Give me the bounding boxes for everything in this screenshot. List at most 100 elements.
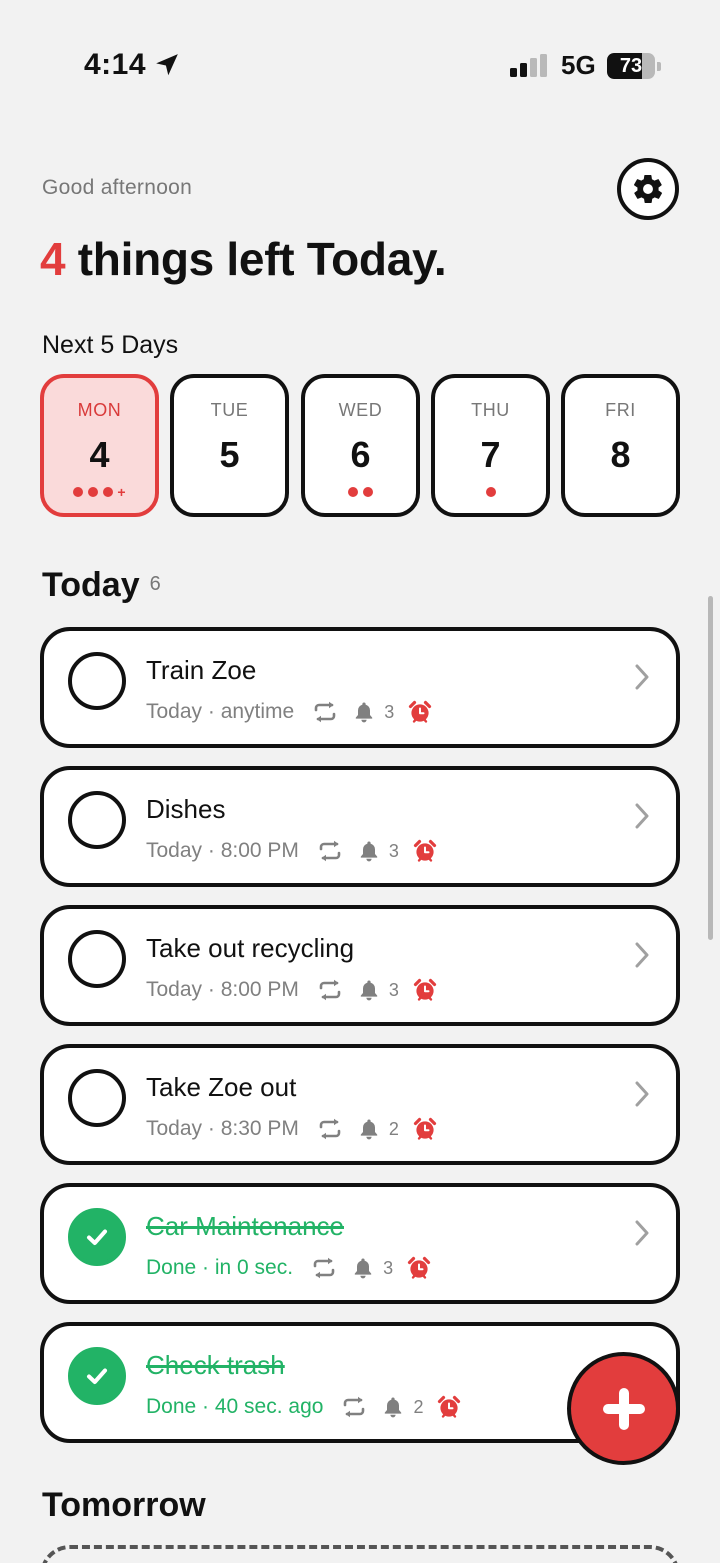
reminder-count: 2 xyxy=(413,1396,424,1417)
task-dot xyxy=(73,487,84,497)
task-title: Car Maintenance xyxy=(146,1211,344,1241)
bell-icon xyxy=(383,1396,403,1418)
alarm-clock-icon xyxy=(437,1395,461,1419)
day-task-dots: + xyxy=(44,484,155,500)
day-task-dots xyxy=(174,486,285,498)
bell-icon xyxy=(359,1118,379,1140)
repeat-icon xyxy=(311,1257,337,1279)
plus-icon xyxy=(602,1387,645,1430)
task-meta: Today · 8:00 PM 3 xyxy=(146,975,437,1005)
day-number: 6 xyxy=(350,434,371,475)
task-card[interactable]: Car Maintenance Done · in 0 sec. 3 xyxy=(40,1183,680,1304)
task-title: Check trash xyxy=(146,1350,285,1380)
day-name: TUE xyxy=(210,400,249,420)
add-task-button[interactable] xyxy=(567,1352,680,1465)
repeat-icon xyxy=(317,840,343,862)
day-task-dots xyxy=(305,486,416,498)
task-title: Dishes xyxy=(146,794,226,824)
alarm-clock-icon xyxy=(413,1117,437,1141)
day-card-thu[interactable]: THU 7 xyxy=(431,374,550,517)
task-title: Train Zoe xyxy=(146,655,257,685)
task-checkbox[interactable] xyxy=(68,930,126,988)
section-title-today: Today 6 xyxy=(42,566,161,605)
task-dot xyxy=(363,487,373,497)
scrollbar[interactable] xyxy=(708,596,713,940)
task-meta: Done · in 0 sec. 3 xyxy=(146,1253,431,1283)
day-name: FRI xyxy=(605,400,636,420)
task-checkbox[interactable] xyxy=(68,1069,126,1127)
task-meta: Done · 40 sec. ago 2 xyxy=(146,1392,461,1422)
task-card[interactable]: Take Zoe out Today · 8:30 PM 2 xyxy=(40,1044,680,1165)
page-title-text: things left Today. xyxy=(65,233,447,285)
task-checkbox-checked[interactable] xyxy=(68,1208,126,1266)
chevron-right-icon xyxy=(635,1220,649,1246)
task-checkbox-checked[interactable] xyxy=(68,1347,126,1405)
task-card[interactable]: Take out recycling Today · 8:00 PM 3 xyxy=(40,905,680,1026)
section-count: 6 xyxy=(149,573,161,595)
day-card-wed[interactable]: WED 6 xyxy=(301,374,420,517)
location-arrow-icon xyxy=(156,54,178,76)
chevron-right-icon xyxy=(635,803,649,829)
reminder-count: 3 xyxy=(383,1257,394,1278)
bell-icon xyxy=(359,840,379,862)
battery-percent: 73 xyxy=(619,55,643,77)
page-title: 4 things left Today. xyxy=(40,232,447,286)
task-dot xyxy=(348,487,358,497)
task-meta: Today · anytime 3 xyxy=(146,697,432,727)
chevron-right-icon xyxy=(635,664,649,690)
day-name: MON xyxy=(77,400,122,420)
alarm-clock-icon xyxy=(407,1256,431,1280)
task-title: Take out recycling xyxy=(146,933,355,963)
day-task-dots xyxy=(435,486,546,498)
reminder-count: 3 xyxy=(384,701,395,722)
day-name: THU xyxy=(471,400,510,420)
bell-icon xyxy=(353,1257,373,1279)
day-number: 4 xyxy=(89,434,110,475)
task-dot xyxy=(88,487,99,497)
chevron-right-icon xyxy=(635,1081,649,1107)
task-due: Today · anytime xyxy=(146,700,295,723)
section-title-text: Today xyxy=(42,566,140,604)
remaining-count: 4 xyxy=(40,233,66,285)
day-number: 8 xyxy=(610,434,631,475)
task-checkbox[interactable] xyxy=(68,791,126,849)
checkmark-icon xyxy=(82,1361,112,1391)
next-days-label: Next 5 Days xyxy=(42,331,179,359)
task-due: Today · 8:00 PM xyxy=(146,839,299,862)
status-bar: 4:14 5G 73 xyxy=(0,0,720,120)
reminder-count: 3 xyxy=(388,840,399,861)
task-checkbox[interactable] xyxy=(68,652,126,710)
task-meta: Today · 8:00 PM 3 xyxy=(146,836,437,866)
reminder-count: 2 xyxy=(388,1118,399,1139)
battery-icon: 73 xyxy=(607,53,661,79)
alarm-clock-icon xyxy=(413,839,437,863)
chevron-right-icon xyxy=(635,942,649,968)
task-due: Today · 8:00 PM xyxy=(146,978,299,1001)
day-number: 7 xyxy=(480,434,501,475)
gear-icon xyxy=(634,174,662,204)
task-due: Done · in 0 sec. xyxy=(146,1256,294,1279)
network-type: 5G xyxy=(561,50,596,80)
day-name: WED xyxy=(338,400,383,420)
day-card-mon[interactable]: MON 4 + xyxy=(40,374,159,517)
cellular-signal-icon xyxy=(510,54,547,77)
day-card-tue[interactable]: TUE 5 xyxy=(170,374,289,517)
bell-icon xyxy=(354,701,374,723)
repeat-icon xyxy=(341,1396,367,1418)
task-card[interactable]: Train Zoe Today · anytime 3 xyxy=(40,627,680,748)
task-due: Done · 40 sec. ago xyxy=(146,1395,324,1418)
tomorrow-empty-slot[interactable] xyxy=(40,1545,680,1563)
more-tasks-indicator: + xyxy=(117,484,126,500)
day-number: 5 xyxy=(219,434,240,475)
status-time: 4:14 xyxy=(84,48,147,81)
task-card[interactable]: Dishes Today · 8:00 PM 3 xyxy=(40,766,680,887)
task-dot xyxy=(485,487,496,497)
task-dot xyxy=(103,487,114,497)
day-picker: MON 4 + TUE 5 WED 6 THU 7 FRI 8 xyxy=(40,374,680,517)
reminder-count: 3 xyxy=(388,979,399,1000)
alarm-clock-icon xyxy=(413,978,437,1002)
task-due: Today · 8:30 PM xyxy=(146,1117,299,1140)
settings-button[interactable] xyxy=(617,158,679,220)
repeat-icon xyxy=(312,701,338,723)
day-card-fri[interactable]: FRI 8 xyxy=(561,374,680,517)
